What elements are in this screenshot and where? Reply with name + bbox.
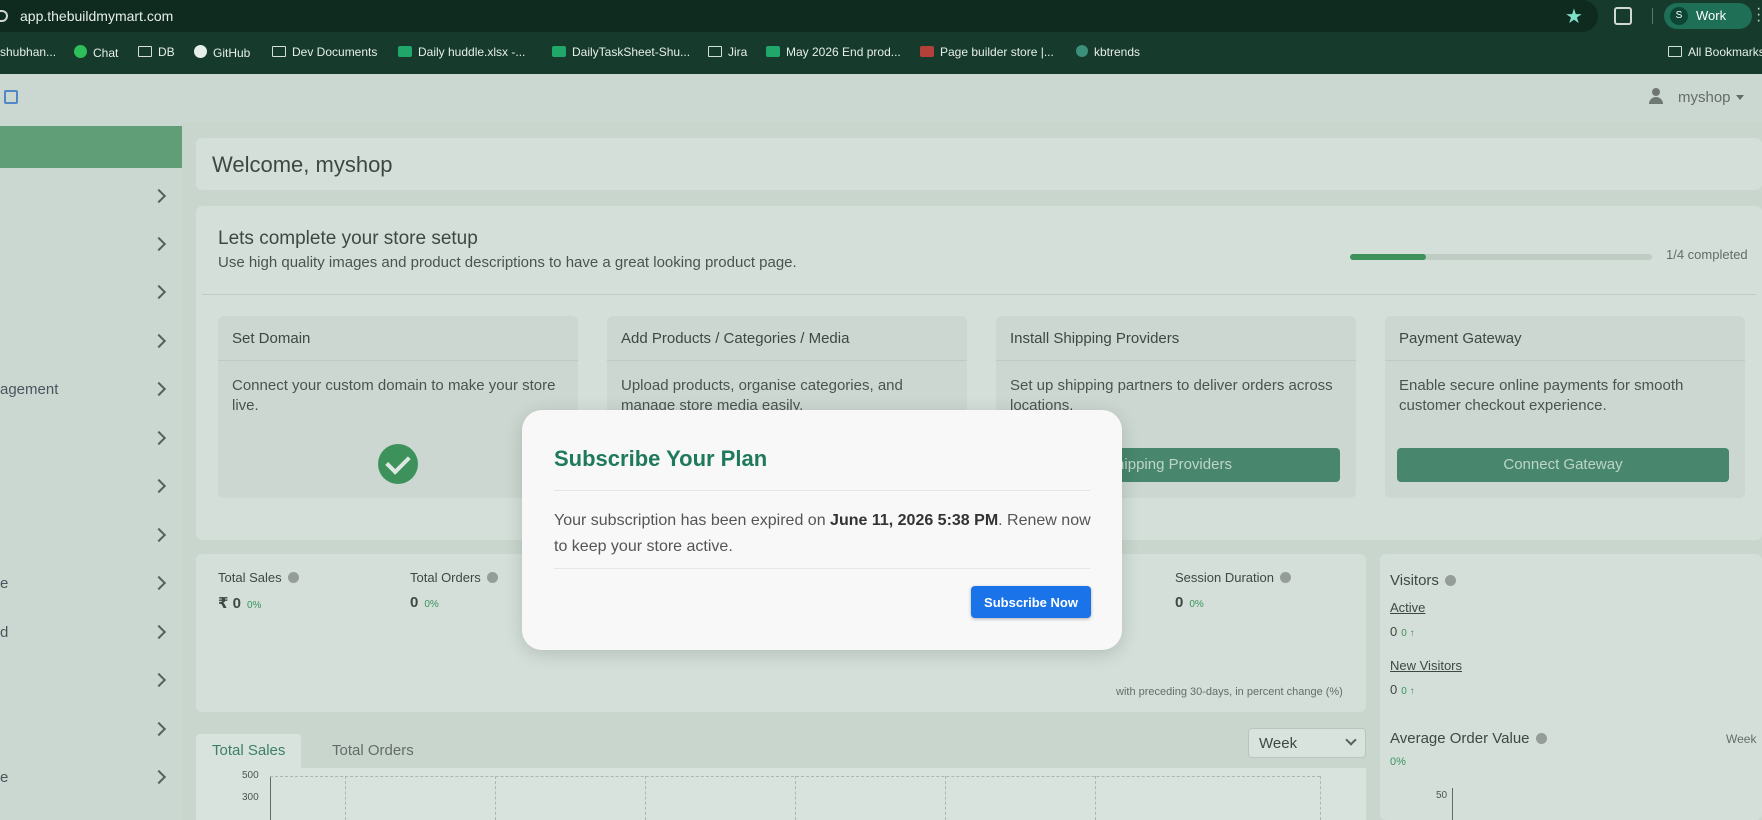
- kbtrends-icon: [1076, 45, 1088, 57]
- folder-icon: [1668, 46, 1682, 57]
- expiry-date: June 11, 2026 5:38 PM: [830, 512, 999, 529]
- sheets-icon: [766, 46, 780, 57]
- bookmark-item[interactable]: Chat: [74, 45, 118, 60]
- subscribe-now-button[interactable]: Subscribe Now: [971, 586, 1091, 618]
- modal-divider: [554, 490, 1090, 491]
- browser-url-bar: app.thebuildmymart.com ★ S Work · · ·: [0, 0, 1762, 32]
- modal-divider: [554, 568, 1090, 569]
- bookmark-item[interactable]: GitHub: [194, 45, 250, 60]
- subscribe-modal: Subscribe Your Plan Your subscription ha…: [522, 410, 1122, 650]
- modal-message: Your subscription has been expired on Ju…: [554, 512, 1091, 555]
- bookmarks-bar: shubhan... Chat DB GitHub Dev Documents …: [0, 32, 1762, 74]
- url-text[interactable]: app.thebuildmymart.com: [20, 8, 173, 24]
- folder-icon: [138, 46, 152, 57]
- profile-button[interactable]: S Work: [1664, 3, 1752, 29]
- github-icon: [194, 45, 207, 58]
- profile-avatar: S: [1670, 7, 1688, 25]
- site-info-icon[interactable]: [0, 10, 8, 22]
- sheets-icon: [552, 46, 566, 57]
- sheets-icon: [398, 46, 412, 57]
- modal-title: Subscribe Your Plan: [554, 446, 768, 471]
- bookmark-item[interactable]: shubhan...: [0, 45, 56, 59]
- all-bookmarks[interactable]: All Bookmarks: [1668, 45, 1762, 59]
- folder-icon: [272, 46, 286, 57]
- profile-label: Work: [1696, 8, 1727, 23]
- bookmark-item[interactable]: Page builder store |...: [920, 45, 1054, 59]
- store-icon: [920, 46, 934, 57]
- address-box[interactable]: app.thebuildmymart.com: [0, 0, 1598, 32]
- bookmark-item[interactable]: Jira: [708, 45, 747, 59]
- bookmark-item[interactable]: DB: [138, 45, 175, 59]
- browser-menu-icon[interactable]: · · ·: [1756, 1, 1761, 29]
- toolbar-divider: [1652, 8, 1653, 24]
- bookmark-star-icon[interactable]: ★: [1565, 4, 1583, 29]
- chat-icon: [74, 45, 87, 58]
- bookmark-item[interactable]: kbtrends: [1076, 45, 1140, 59]
- bookmark-item[interactable]: Daily huddle.xlsx -...: [398, 45, 525, 59]
- bookmark-item[interactable]: DailyTaskSheet-Shu...: [552, 45, 690, 59]
- bookmark-item[interactable]: Dev Documents: [272, 45, 377, 59]
- extensions-icon[interactable]: [1614, 7, 1632, 25]
- bookmark-item[interactable]: May 2026 End prod...: [766, 45, 901, 59]
- folder-icon: [708, 46, 722, 57]
